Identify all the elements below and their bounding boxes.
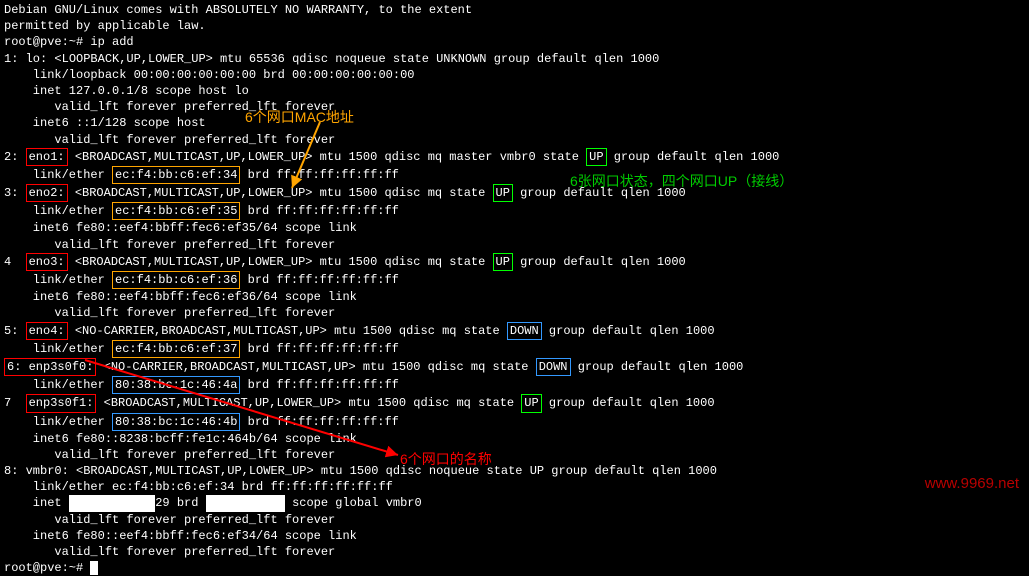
iface-inet: inet 127.0.0.1/8 scope host lo: [4, 83, 1025, 99]
terminal-output: Debian GNU/Linux comes with ABSOLUTELY N…: [4, 2, 1025, 576]
iface-valid: valid_lft forever preferred_lft forever: [4, 305, 1025, 321]
redacted-ip: [69, 495, 155, 511]
iface-header: 5: eno4: <NO-CARRIER,BROADCAST,MULTICAST…: [4, 322, 1025, 340]
iface-name-box: enp3s0f1:: [26, 394, 97, 412]
state-box: DOWN: [507, 322, 542, 340]
iface-link: link/ether ec:f4:bb:c6:ef:34 brd ff:ff:f…: [4, 166, 1025, 184]
state-box: UP: [493, 184, 513, 202]
iface-header: 4 eno3: <BROADCAST,MULTICAST,UP,LOWER_UP…: [4, 253, 1025, 271]
iface-inet6: inet6 fe80::8238:bcff:fe1c:464b/64 scope…: [4, 431, 1025, 447]
iface-header: 7 enp3s0f1: <BROADCAST,MULTICAST,UP,LOWE…: [4, 394, 1025, 412]
state-box: DOWN: [536, 358, 571, 376]
mac-box: ec:f4:bb:c6:ef:36: [112, 271, 240, 289]
iface-inet6: inet6 fe80::eef4:bbff:fec6:ef36/64 scope…: [4, 289, 1025, 305]
iface-link: link/ether ec:f4:bb:c6:ef:34 brd ff:ff:f…: [4, 479, 1025, 495]
watermark: www.9969.net: [925, 474, 1019, 494]
iface-inet6: inet6 fe80::eef4:bbff:fec6:ef35/64 scope…: [4, 220, 1025, 236]
iface-link: link/loopback 00:00:00:00:00:00 brd 00:0…: [4, 67, 1025, 83]
iface-link: link/ether 80:38:bc:1c:46:4a brd ff:ff:f…: [4, 376, 1025, 394]
iface-header: 3: eno2: <BROADCAST,MULTICAST,UP,LOWER_U…: [4, 184, 1025, 202]
iface-valid: valid_lft forever preferred_lft forever: [4, 237, 1025, 253]
iface-inet6: inet6 ::1/128 scope host: [4, 115, 1025, 131]
mac-box: ec:f4:bb:c6:ef:37: [112, 340, 240, 358]
iface-link: link/ether ec:f4:bb:c6:ef:35 brd ff:ff:f…: [4, 202, 1025, 220]
iface-header: 1: lo: <LOOPBACK,UP,LOWER_UP> mtu 65536 …: [4, 51, 1025, 67]
mac-box: ec:f4:bb:c6:ef:35: [112, 202, 240, 220]
iface-valid: valid_lft forever preferred_lft forever: [4, 99, 1025, 115]
cursor-icon: [90, 561, 98, 575]
iface-valid: valid_lft forever preferred_lft forever: [4, 512, 1025, 528]
state-box: UP: [493, 253, 513, 271]
iface-header: 2: eno1: <BROADCAST,MULTICAST,UP,LOWER_U…: [4, 148, 1025, 166]
iface-name-box: 6: enp3s0f0:: [4, 358, 96, 376]
iface-name-box: eno3:: [26, 253, 68, 271]
iface-valid: valid_lft forever preferred_lft forever: [4, 447, 1025, 463]
iface-header: 6: enp3s0f0: <NO-CARRIER,BROADCAST,MULTI…: [4, 358, 1025, 376]
warranty-line: Debian GNU/Linux comes with ABSOLUTELY N…: [4, 2, 1025, 18]
iface-link: link/ether ec:f4:bb:c6:ef:36 brd ff:ff:f…: [4, 271, 1025, 289]
iface-name-box: eno1:: [26, 148, 68, 166]
mac-box: 80:38:bc:1c:46:4a: [112, 376, 240, 394]
iface-header: 8: vmbr0: <BROADCAST,MULTICAST,UP,LOWER_…: [4, 463, 1025, 479]
iface-inet6: inet6 fe80::eef4:bbff:fec6:ef34/64 scope…: [4, 528, 1025, 544]
mac-box: 80:38:bc:1c:46:4b: [112, 413, 240, 431]
redacted-ip: [206, 495, 285, 511]
iface-valid: valid_lft forever preferred_lft forever: [4, 132, 1025, 148]
state-box: UP: [586, 148, 606, 166]
iface-link: link/ether 80:38:bc:1c:46:4b brd ff:ff:f…: [4, 413, 1025, 431]
iface-name-box: eno2:: [26, 184, 68, 202]
prompt-line[interactable]: root@pve:~# ip add: [4, 34, 1025, 50]
iface-valid: valid_lft forever preferred_lft forever: [4, 544, 1025, 560]
prompt-line[interactable]: root@pve:~#: [4, 560, 1025, 576]
iface-inet: inet 29 brd scope global vmbr0: [4, 495, 1025, 511]
iface-link: link/ether ec:f4:bb:c6:ef:37 brd ff:ff:f…: [4, 340, 1025, 358]
iface-name-box: eno4:: [26, 322, 68, 340]
mac-box: ec:f4:bb:c6:ef:34: [112, 166, 240, 184]
warranty-line: permitted by applicable law.: [4, 18, 1025, 34]
state-box: UP: [521, 394, 541, 412]
